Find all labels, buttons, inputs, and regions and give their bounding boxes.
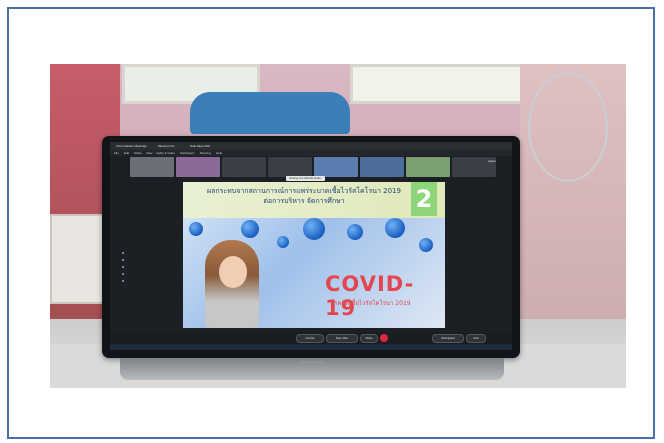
slide-title: ผลกระทบจากสถานการณ์การแพร่ระบาดเชื้อไวรั… <box>199 186 409 206</box>
chat-button[interactable]: Chat <box>466 334 486 343</box>
toolbar-dot-icon[interactable] <box>122 266 124 268</box>
sharing-tooltip: Viewing JA's (Mouth) Applic.. <box>286 176 326 181</box>
toolbar-dot-icon[interactable] <box>122 273 124 275</box>
windows-taskbar <box>110 344 512 350</box>
menu-file[interactable]: File <box>114 151 119 155</box>
participant-tile[interactable] <box>176 157 220 177</box>
shared-slide: ผลกระทบจากสถานการณ์การแพร่ระบาดเชื้อไวรั… <box>183 182 445 328</box>
participant-tile[interactable] <box>314 157 358 177</box>
toolbar-dot-icon[interactable] <box>122 280 124 282</box>
menu-share[interactable]: Share <box>134 151 142 155</box>
participant-strip: Layout <box>130 157 510 177</box>
slide-illustration: COVID-19 โรคติดเชื้อไวรัสโคโรนา 2019 <box>183 218 445 328</box>
layout-button[interactable]: Layout <box>488 160 496 163</box>
toolbar-dot-icon[interactable] <box>122 259 124 261</box>
menu-view[interactable]: View <box>146 151 152 155</box>
participant-tile[interactable] <box>360 157 404 177</box>
webex-title-bar: Cisco Webex Meetings Meeting Info Hide M… <box>110 142 512 150</box>
menu-edit[interactable]: Edit <box>124 151 129 155</box>
left-toolbar <box>122 252 125 312</box>
participant-tile[interactable] <box>268 157 312 177</box>
slide-header: ผลกระทบจากสถานการณ์การแพร่ระบาดเชื้อไวรั… <box>183 182 445 218</box>
participants-button[interactable]: Participants <box>432 334 464 343</box>
menu-meeting[interactable]: Meeting <box>200 151 211 155</box>
person-face <box>219 256 247 288</box>
virus-icon <box>303 218 325 240</box>
menu-bar: File Edit Share View Audio & Video Parti… <box>110 150 512 156</box>
slide-title-line1: ผลกระทบจากสถานการณ์การแพร่ระบาดเชื้อไวรั… <box>207 187 401 195</box>
participant-tile[interactable] <box>406 157 450 177</box>
share-button[interactable]: Share <box>360 334 378 343</box>
virus-icon <box>241 220 259 238</box>
meeting-info-tab[interactable]: Meeting Info <box>158 144 175 148</box>
slide-title-line2: ต่อการบริหาร จัดการศึกษา <box>263 197 345 205</box>
meeting-controls: Unmute Stop video Share Participants Cha… <box>110 332 512 344</box>
menu-help[interactable]: Help <box>216 151 222 155</box>
app-title: Cisco Webex Meetings <box>116 144 147 148</box>
covid-subtitle: โรคติดเชื้อไวรัสโคโรนา 2019 <box>331 300 411 307</box>
fan <box>528 72 608 182</box>
covid-headline: COVID-19 <box>325 272 415 320</box>
unmute-button[interactable]: Unmute <box>296 334 324 343</box>
hide-menu-bar-tab[interactable]: Hide Menu Bar <box>190 144 210 148</box>
virus-icon <box>347 224 363 240</box>
end-call-icon[interactable] <box>380 334 388 342</box>
laptop-base: ASUS VivoBook <box>120 358 504 380</box>
photo: ASUS VivoBook Cisco Webex Meetings Meeti… <box>50 64 626 388</box>
virus-icon <box>419 238 433 252</box>
blue-cloth <box>190 92 350 134</box>
laptop-screen: Cisco Webex Meetings Meeting Info Hide M… <box>110 142 512 350</box>
toolbar-dot-icon[interactable] <box>122 252 124 254</box>
laptop-brand: ASUS VivoBook <box>301 360 323 364</box>
menu-audio-video[interactable]: Audio & Video <box>156 151 175 155</box>
menu-participant[interactable]: Participant <box>180 151 194 155</box>
window-right <box>350 64 526 104</box>
virus-icon <box>277 236 289 248</box>
slide-number: 2 <box>411 182 437 216</box>
virus-icon <box>189 222 203 236</box>
participant-tile[interactable] <box>222 157 266 177</box>
stop-video-button[interactable]: Stop video <box>326 334 358 343</box>
participant-tile[interactable] <box>130 157 174 177</box>
virus-icon <box>385 218 405 238</box>
